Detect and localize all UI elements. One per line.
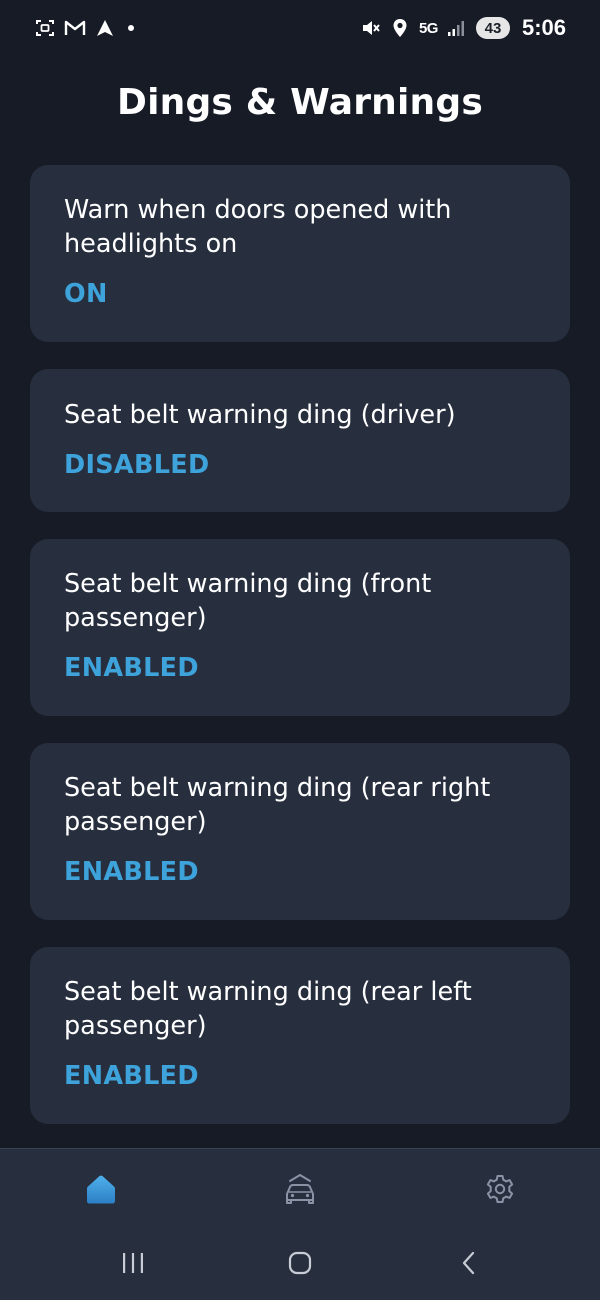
screenshot-icon [34,17,56,39]
status-bar: 5G 43 5:06 [0,0,600,56]
tab-bar [0,1169,600,1213]
network-type: 5G [418,19,439,37]
bottom-nav [0,1148,600,1300]
home-button-icon [287,1250,313,1280]
notification-dot [128,25,134,31]
setting-label: Warn when doors opened with headlights o… [64,195,452,259]
system-navigation-bar [0,1247,600,1283]
status-right: 5G 43 5:06 [359,15,566,41]
setting-card-seatbelt-rear-right[interactable]: Seat belt warning ding (rear right passe… [30,743,570,920]
setting-label: Seat belt warning ding (rear right passe… [64,773,491,837]
gmail-icon [64,17,86,39]
car-icon [282,1172,318,1210]
mute-icon [359,17,381,39]
setting-card-seatbelt-driver[interactable]: Seat belt warning ding (driver) DISABLED [30,369,570,512]
page-title: Dings & Warnings [117,82,483,123]
setting-value: ENABLED [64,653,199,683]
setting-value: ENABLED [64,857,199,887]
setting-label: Seat belt warning ding (front passenger) [64,569,432,633]
home-icon [84,1173,118,1209]
system-home-button[interactable] [282,1247,318,1283]
setting-card-headlights-door-warning[interactable]: Warn when doors opened with headlights o… [30,165,570,342]
navigation-icon [94,17,116,39]
gear-icon [484,1173,516,1209]
setting-value: DISABLED [64,450,210,480]
setting-value: ON [64,279,108,309]
setting-card-seatbelt-front-passenger[interactable]: Seat belt warning ding (front passenger)… [30,539,570,716]
status-time: 5:06 [521,15,566,40]
status-left [34,17,134,39]
tab-home[interactable] [79,1169,123,1213]
tab-vehicle[interactable] [278,1169,322,1213]
recents-icon [120,1251,146,1279]
setting-label: Seat belt warning ding (rear left passen… [64,977,472,1041]
back-button[interactable] [451,1247,487,1283]
signal-icon [446,17,468,39]
setting-card-seatbelt-rear-left[interactable]: Seat belt warning ding (rear left passen… [30,947,570,1124]
battery-level: 43 [475,17,510,39]
recents-button[interactable] [115,1247,151,1283]
back-icon [459,1250,479,1280]
setting-label: Seat belt warning ding (driver) [64,400,456,430]
location-icon [389,17,411,39]
tab-settings[interactable] [478,1169,522,1213]
setting-value: ENABLED [64,1061,199,1091]
